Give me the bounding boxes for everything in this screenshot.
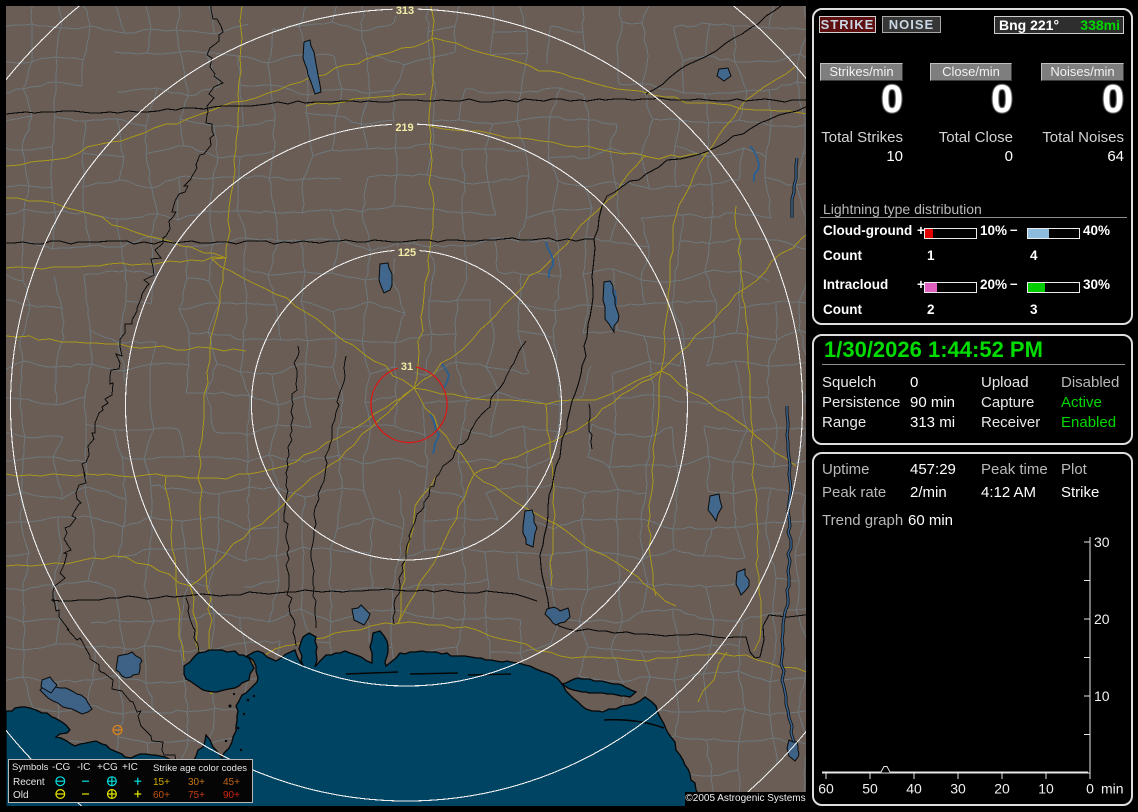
svg-text:31: 31 <box>401 361 413 373</box>
svg-text:313: 313 <box>396 6 414 17</box>
svg-text:20: 20 <box>1094 611 1110 627</box>
svg-text:10: 10 <box>1038 781 1054 797</box>
svg-text:30: 30 <box>950 781 966 797</box>
svg-text:20: 20 <box>994 781 1010 797</box>
svg-text:40: 40 <box>906 781 922 797</box>
svg-text:60: 60 <box>818 781 834 797</box>
svg-text:10: 10 <box>1094 688 1110 704</box>
svg-text:50: 50 <box>862 781 878 797</box>
svg-text:0: 0 <box>1086 781 1094 797</box>
svg-text:219: 219 <box>395 122 413 134</box>
svg-text:125: 125 <box>398 247 416 259</box>
svg-text:30: 30 <box>1094 534 1110 550</box>
svg-text:min: min <box>1101 781 1124 797</box>
